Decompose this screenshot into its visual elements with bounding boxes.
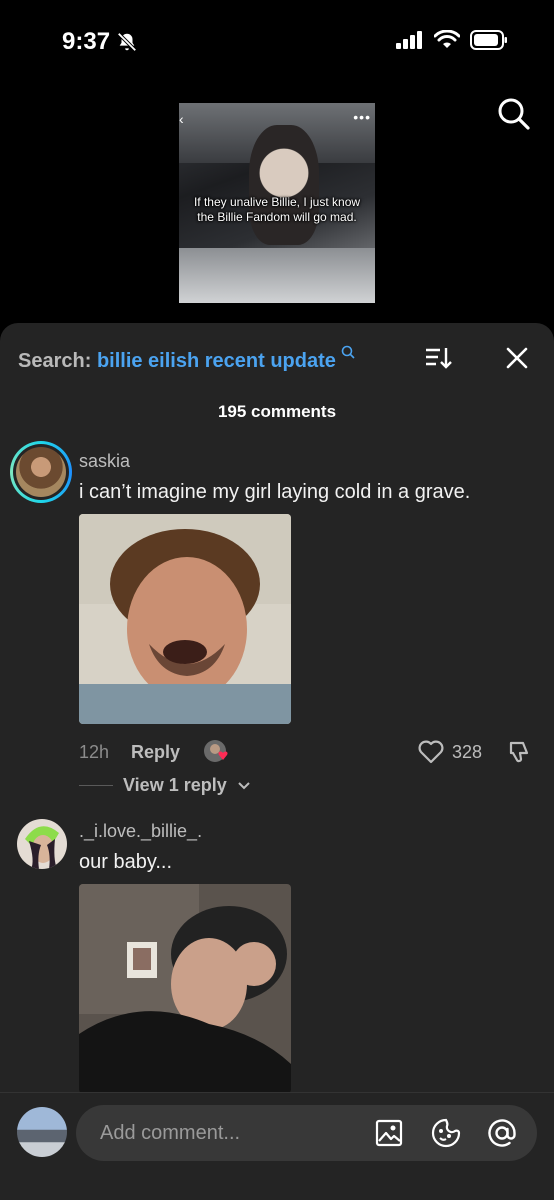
like-button[interactable]: 328 <box>418 739 532 765</box>
video-caption: If they unalive Billie, I just know the … <box>193 195 361 224</box>
view-replies-label: View 1 reply <box>123 775 227 795</box>
dislike-icon[interactable] <box>506 739 532 765</box>
sticker-button[interactable] <box>431 1118 461 1148</box>
sort-button[interactable] <box>424 345 452 376</box>
image-icon <box>375 1119 403 1147</box>
comments-sheet: Search: billie eilish recent update 195 … <box>0 323 554 1200</box>
comment-image[interactable] <box>79 884 291 1094</box>
cellular-signal-icon <box>396 31 422 49</box>
comment-composer <box>0 1092 554 1200</box>
clock-text: 9:37 <box>62 28 111 55</box>
silent-bell-icon <box>117 32 137 52</box>
view-replies-button[interactable]: View 1 reply <box>79 775 251 796</box>
comment-meta: 12h Reply <box>79 739 233 765</box>
status-time: 9:37 <box>62 28 138 56</box>
comment-text: our baby... <box>79 851 173 873</box>
battery-icon <box>470 30 507 50</box>
avatar <box>16 447 66 497</box>
close-icon <box>506 347 528 369</box>
my-avatar[interactable] <box>17 1107 67 1157</box>
sort-icon <box>426 348 452 369</box>
comment-age: 12h <box>79 741 110 762</box>
comment-username[interactable]: ._i.love._billie_. <box>79 821 202 842</box>
at-mention-icon <box>488 1119 516 1147</box>
search-query-header[interactable]: Search: billie eilish recent update <box>18 345 536 375</box>
chevron-left-icon: ‹ <box>179 111 184 127</box>
comment-input-container[interactable] <box>76 1105 537 1161</box>
creator-liked-badge-icon <box>204 740 228 762</box>
image-attach-button[interactable] <box>374 1118 404 1148</box>
video-subject <box>249 125 319 245</box>
status-bar: 9:37 <box>0 0 554 80</box>
avatar[interactable] <box>17 819 67 869</box>
search-button[interactable] <box>497 97 531 136</box>
reply-button[interactable]: Reply <box>131 742 203 763</box>
comment-item: saskia i can’t imagine my girl laying co… <box>0 441 554 801</box>
heart-outline-icon <box>418 740 444 764</box>
video-thumbnail[interactable]: ‹ ••• If they unalive Billie, I just kno… <box>179 103 375 303</box>
comment-image[interactable] <box>79 514 291 724</box>
search-query-link[interactable]: billie eilish recent update <box>97 350 336 372</box>
comment-username[interactable]: saskia <box>79 451 130 472</box>
sticker-icon <box>431 1118 461 1148</box>
comment-text: i can’t imagine my girl laying cold in a… <box>79 481 471 503</box>
reply-thread-line <box>79 785 113 786</box>
close-button[interactable] <box>504 345 530 376</box>
search-prefix: Search: <box>18 350 92 372</box>
like-count: 328 <box>451 741 482 762</box>
small-search-icon <box>342 345 356 359</box>
chevron-down-icon <box>238 781 250 789</box>
comment-item: ._i.love._billie_. our baby... <box>0 817 554 1107</box>
avatar-story-ring[interactable] <box>10 441 72 503</box>
mention-button[interactable] <box>487 1118 517 1148</box>
more-dots-icon: ••• <box>353 109 371 125</box>
search-icon <box>498 98 530 130</box>
video-car-dashboard <box>179 248 375 303</box>
comment-input[interactable] <box>100 1105 360 1161</box>
wifi-icon <box>434 30 460 48</box>
comment-count: 195 comments <box>217 402 337 421</box>
